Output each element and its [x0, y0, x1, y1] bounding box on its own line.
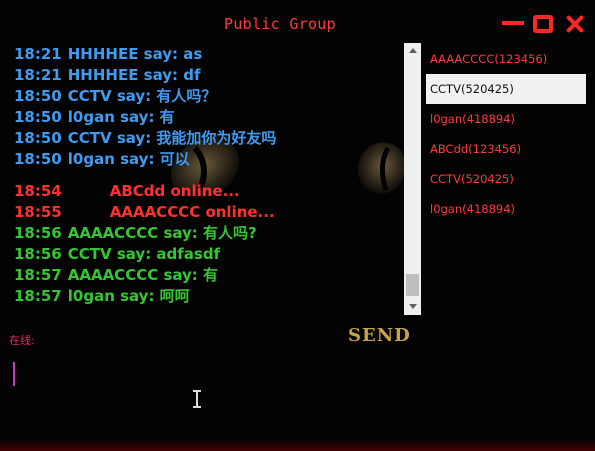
user-list[interactable]: AAAACCCC(123456) CCTV(520425) l0gan(4188…	[426, 44, 586, 224]
chat-message: 18:56 CCTV say: adfasdf	[14, 244, 402, 265]
message-text: AAAACCCC say: 有人吗?	[67, 224, 257, 242]
send-button[interactable]: SEND	[348, 325, 411, 346]
user-list-item-selected[interactable]: CCTV(520425)	[426, 74, 586, 104]
message-time: 18:57	[14, 266, 62, 284]
chat-scrollbar[interactable]	[404, 43, 421, 315]
chat-message: 18:50 l0gan say: 可以	[14, 149, 402, 170]
user-list-item[interactable]: l0gan(418894)	[426, 104, 586, 134]
message-time: 18:56	[14, 245, 62, 263]
scroll-down-arrow-icon[interactable]	[404, 299, 421, 315]
chat-message: 18:21 HHHHEE say: as	[14, 44, 402, 65]
message-time: 18:21	[14, 66, 62, 84]
message-gap	[14, 170, 402, 181]
text-caret	[13, 362, 15, 386]
scrollbar-thumb[interactable]	[406, 274, 419, 296]
message-text: CCTV say: 有人吗？	[67, 87, 217, 105]
chat-message: 18:50 l0gan say: 有	[14, 107, 402, 128]
message-text: CCTV say: adfasdf	[67, 245, 221, 263]
message-time: 18:56	[14, 224, 62, 242]
minimize-icon[interactable]	[502, 14, 524, 32]
chat-message: 18:57 AAAACCCC say: 有	[14, 265, 402, 286]
message-text: ABCdd online...	[109, 182, 240, 200]
chat-message: 18:50 CCTV say: 有人吗？	[14, 86, 402, 107]
window-title: Public Group	[224, 15, 336, 33]
system-message: 18:54 ABCdd online...	[14, 181, 402, 202]
chat-message: 18:56 AAAACCCC say: 有人吗?	[14, 223, 402, 244]
chat-log[interactable]: 18:21 HHHHEE say: as 18:21 HHHHEE say: df …	[14, 44, 402, 314]
message-time: 18:50	[14, 150, 62, 168]
message-time: 18:57	[14, 287, 62, 305]
bottom-edge	[0, 439, 595, 451]
ibeam-cursor-icon	[192, 390, 202, 408]
chat-message: 18:21 HHHHEE say: df	[14, 65, 402, 86]
message-time: 18:50	[14, 129, 62, 147]
message-time: 18:54	[14, 182, 62, 200]
message-time: 18:50	[14, 108, 62, 126]
user-list-item[interactable]: ABCdd(123456)	[426, 134, 586, 164]
online-label: 在线:	[9, 334, 35, 347]
message-time: 18:21	[14, 45, 62, 63]
close-icon[interactable]	[565, 14, 585, 34]
message-text: l0gan say: 呵呵	[67, 287, 190, 305]
message-input[interactable]	[9, 356, 584, 446]
system-message: 18:55 AAAACCCC online...	[14, 202, 402, 223]
chat-message: 18:50 CCTV say: 我能加你为好友吗	[14, 128, 402, 149]
chat-window: Public Group 18:21 HHHHEE say: as 18:21 HH…	[0, 0, 595, 451]
message-time: 18:55	[14, 203, 62, 221]
message-text: CCTV say: 我能加你为好友吗	[67, 129, 277, 147]
chat-message: 18:57 l0gan say: 呵呵	[14, 286, 402, 307]
message-text: AAAACCCC online...	[109, 203, 275, 221]
message-time: 18:50	[14, 87, 62, 105]
message-text: l0gan say: 有	[67, 108, 175, 126]
user-list-item[interactable]: l0gan(418894)	[426, 194, 586, 224]
scroll-up-arrow-icon[interactable]	[404, 43, 421, 59]
message-text: HHHHEE say: as	[67, 45, 203, 63]
user-list-item[interactable]: CCTV(520425)	[426, 164, 586, 194]
maximize-icon[interactable]	[533, 14, 553, 33]
message-text: AAAACCCC say: 有	[67, 266, 219, 284]
message-text: HHHHEE say: df	[67, 66, 201, 84]
user-list-item[interactable]: AAAACCCC(123456)	[426, 44, 586, 74]
message-text: l0gan say: 可以	[67, 150, 190, 168]
